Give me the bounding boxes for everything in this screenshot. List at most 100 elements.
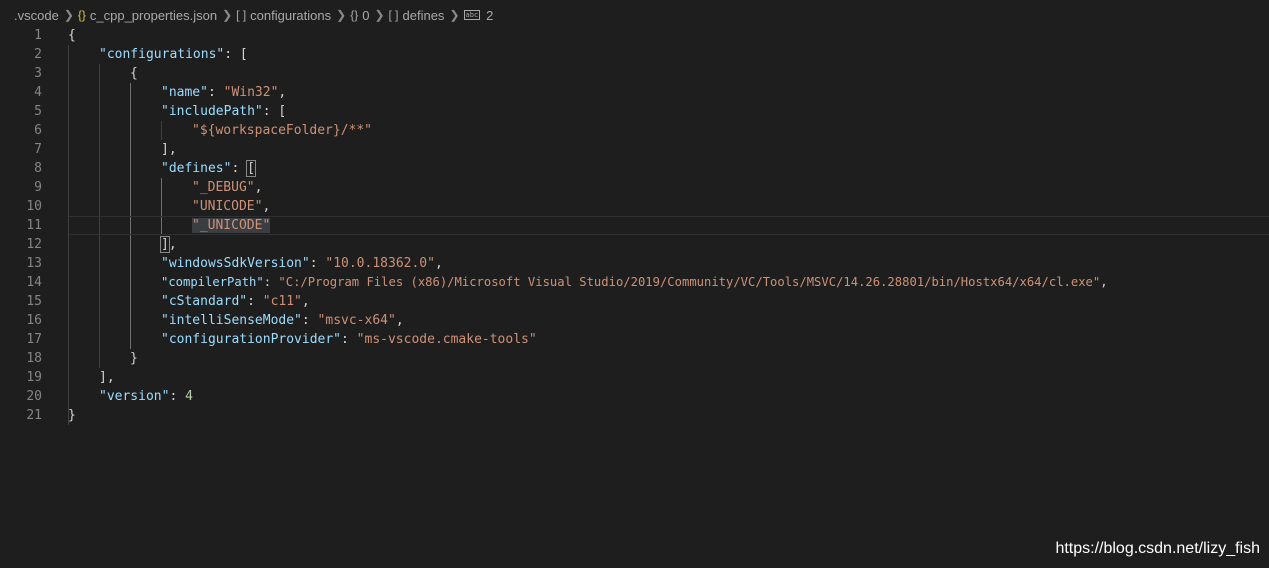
code-text[interactable]: "_DEBUG", (192, 178, 262, 197)
code-line: 4 "name": "Win32", (0, 83, 1269, 102)
code-line: 8 "defines": [ (0, 159, 1269, 178)
code-text[interactable]: "intelliSenseMode": "msvc-x64", (161, 311, 404, 330)
code-text[interactable]: } (130, 349, 138, 368)
code-text[interactable]: "cStandard": "c11", (161, 292, 310, 311)
json-string: "C:/Program Files (x86)/Microsoft Visual… (278, 275, 1101, 289)
code-line: 9 "_DEBUG", (0, 178, 1269, 197)
line-number: 4 (34, 85, 42, 100)
code-editor[interactable]: 1 { 2 "configurations": [ 3 { 4 "name": … (0, 26, 1269, 568)
code-line: 19 ], (0, 368, 1269, 387)
chevron-right-icon: ❯ (222, 8, 233, 22)
code-text[interactable]: "includePath": [ (161, 102, 286, 121)
json-key: "windowsSdkVersion" (161, 256, 310, 271)
breadcrumb-item-object-0[interactable]: {} 0 (350, 8, 369, 23)
line-number: 1 (34, 28, 42, 43)
json-key: "includePath" (161, 104, 263, 119)
breadcrumb-item-string-2[interactable]: abc 2 (463, 7, 494, 23)
code-line-current: 11 "_UNICODE" (0, 216, 1269, 235)
code-line: 15 "cStandard": "c11", (0, 292, 1269, 311)
punctuation: : (247, 294, 263, 309)
json-string: "ms-vscode.cmake-tools" (356, 332, 537, 347)
code-text[interactable]: "defines": [ (161, 159, 256, 178)
string-icon: abc (463, 10, 481, 20)
punctuation: : (341, 332, 357, 347)
code-line: 5 "includePath": [ (0, 102, 1269, 121)
code-text[interactable]: "version": 4 (99, 387, 193, 406)
breadcrumb-label: 0 (362, 7, 370, 23)
code-text[interactable]: "windowsSdkVersion": "10.0.18362.0", (161, 254, 443, 273)
code-line: 18 } (0, 349, 1269, 368)
breadcrumb-label: 2 (486, 7, 494, 23)
line-number: 10 (26, 199, 42, 214)
breadcrumb-item-vscode-folder[interactable]: .vscode (14, 8, 59, 23)
code-text[interactable]: "${workspaceFolder}/**" (192, 121, 372, 140)
punctuation: : (309, 256, 326, 271)
code-text[interactable]: ], (99, 368, 115, 387)
matched-bracket: ] (160, 236, 170, 253)
code-text[interactable]: "UNICODE", (192, 197, 270, 216)
line-number: 5 (34, 104, 42, 119)
punctuation: : (207, 85, 224, 100)
line-number: 20 (26, 389, 42, 404)
code-text[interactable]: { (130, 64, 138, 83)
json-key: "configurations" (99, 47, 225, 62)
punctuation: , (1100, 275, 1108, 289)
punctuation: , (254, 180, 263, 195)
breadcrumb-label: configurations (250, 7, 332, 23)
code-line: 7 ], (0, 140, 1269, 159)
code-text[interactable]: ], (161, 140, 177, 159)
line-number: 14 (26, 275, 42, 290)
json-string-selected: "_UNICODE" (192, 218, 271, 233)
code-text[interactable]: } (68, 406, 76, 425)
json-string: "Win32" (223, 85, 279, 100)
line-number: 16 (26, 313, 42, 328)
breadcrumb-item-file[interactable]: {} c_cpp_properties.json (78, 8, 217, 23)
breadcrumb-label: .vscode (14, 7, 59, 23)
code-line: 20 "version": 4 (0, 387, 1269, 406)
json-number: 4 (185, 389, 193, 404)
chevron-right-icon: ❯ (63, 8, 74, 22)
code-text[interactable]: "configurations": [ (99, 45, 248, 64)
code-text[interactable]: "compilerPath": "C:/Program Files (x86)/… (161, 273, 1108, 292)
code-text[interactable]: "_UNICODE" (192, 216, 271, 235)
json-string: "10.0.18362.0" (325, 256, 435, 271)
brace: } (130, 351, 138, 366)
brace: } (68, 408, 76, 423)
chevron-right-icon: ❯ (374, 8, 385, 22)
line-number: 21 (26, 408, 42, 423)
punctuation: , (301, 294, 310, 309)
json-string: "c11" (262, 294, 302, 309)
json-file-icon: {} (77, 8, 86, 22)
json-key: "name" (161, 85, 208, 100)
json-string: "msvc-x64" (317, 313, 396, 328)
punctuation: , (434, 256, 443, 271)
breadcrumb-label: c_cpp_properties.json (89, 7, 218, 23)
code-text[interactable]: { (68, 26, 76, 45)
json-key: "cStandard" (161, 294, 248, 309)
punctuation: : [ (262, 104, 287, 119)
code-line: 14 "compilerPath": "C:/Program Files (x8… (0, 273, 1269, 292)
punctuation: : (263, 275, 279, 289)
code-text[interactable]: "name": "Win32", (161, 83, 286, 102)
line-number: 7 (34, 142, 42, 157)
punctuation: : (231, 161, 248, 176)
code-text[interactable]: "configurationProvider": "ms-vscode.cmak… (161, 330, 537, 349)
json-key: "defines" (161, 161, 232, 176)
punctuation: ], (161, 142, 177, 157)
line-number: 8 (34, 161, 42, 176)
chevron-right-icon: ❯ (449, 8, 460, 22)
object-icon: {} (350, 8, 359, 22)
breadcrumb-label: defines (402, 7, 445, 23)
watermark-text: https://blog.csdn.net/lizy_fish (1055, 540, 1260, 557)
code-text[interactable]: ], (160, 235, 177, 254)
line-number: 9 (34, 180, 42, 195)
line-number: 17 (26, 332, 42, 347)
breadcrumb-item-configurations[interactable]: [ ] configurations (236, 8, 331, 23)
json-key: "version" (99, 389, 170, 404)
breadcrumb-item-defines[interactable]: [ ] defines (389, 8, 445, 23)
punctuation: ], (99, 370, 115, 385)
punctuation: : (301, 313, 318, 328)
line-number: 13 (26, 256, 42, 271)
line-number: 15 (26, 294, 42, 309)
json-key: "compilerPath" (161, 275, 264, 289)
